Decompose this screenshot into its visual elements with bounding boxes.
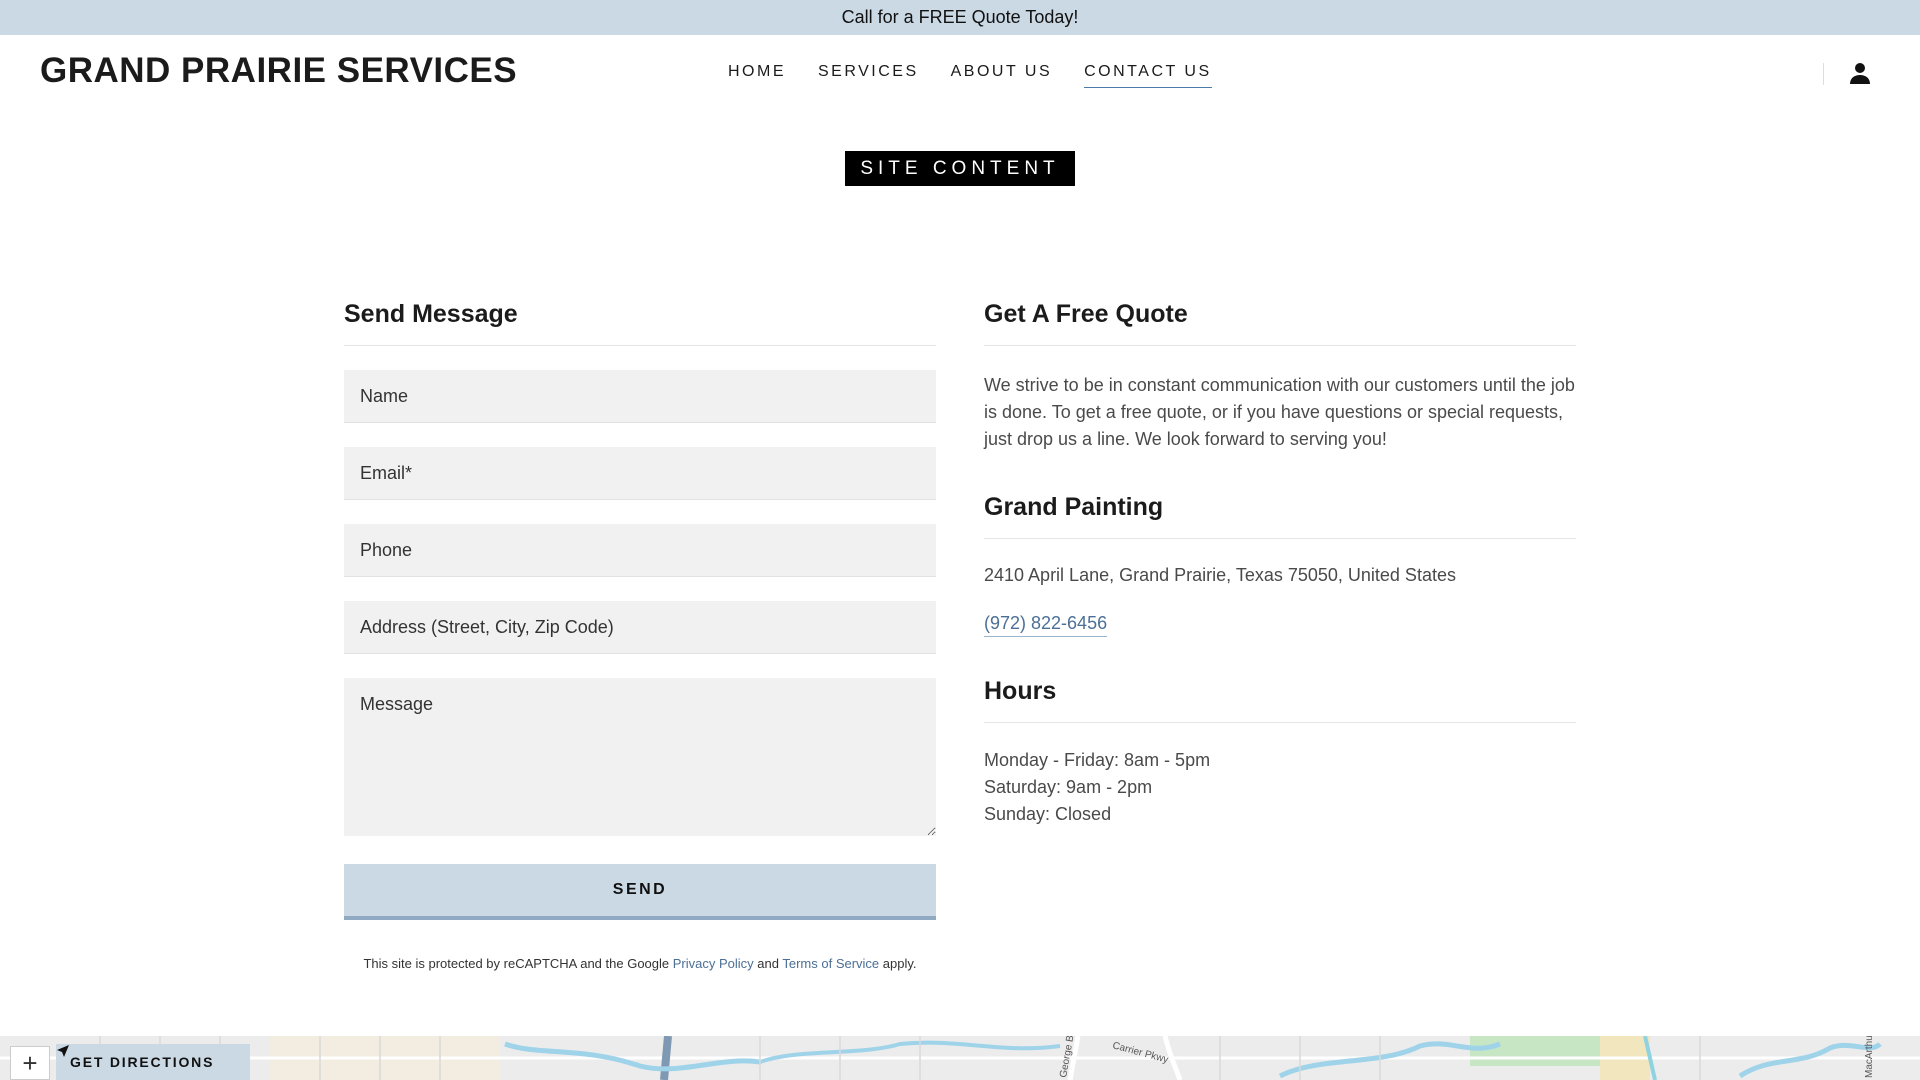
nav-divider xyxy=(1823,63,1824,85)
hours-list: Monday - Friday: 8am - 5pm Saturday: 9am… xyxy=(984,747,1576,828)
recaptcha-notice: This site is protected by reCAPTCHA and … xyxy=(363,956,917,971)
get-directions-button[interactable]: GET DIRECTIONS xyxy=(56,1044,250,1080)
form-title: Send Message xyxy=(344,300,936,346)
get-directions-label: GET DIRECTIONS xyxy=(70,1054,215,1070)
hours-line: Monday - Friday: 8am - 5pm xyxy=(984,750,1211,770)
terms-of-service-link[interactable]: Terms of Service xyxy=(782,956,879,971)
announcement-text: Call for a FREE Quote Today! xyxy=(841,7,1079,27)
site-header: GRAND PRAIRIE SERVICES HOME SERVICES ABO… xyxy=(0,35,1920,109)
address-input[interactable] xyxy=(344,601,936,654)
send-button[interactable]: SEND xyxy=(344,864,936,920)
hours-line: Sunday: Closed xyxy=(984,804,1112,824)
nav-home[interactable]: HOME xyxy=(728,63,786,88)
privacy-policy-link[interactable]: Privacy Policy xyxy=(673,956,754,971)
phone-link[interactable]: (972) 822-6456 xyxy=(984,613,1108,637)
hours-line: Saturday: 9am - 2pm xyxy=(984,777,1153,797)
account-icon[interactable] xyxy=(1848,61,1872,85)
hours-title: Hours xyxy=(984,677,1576,723)
contact-form-section: Send Message SEND This site is protected… xyxy=(344,300,936,971)
nav-services[interactable]: SERVICES xyxy=(818,63,919,88)
message-textarea[interactable] xyxy=(344,678,936,836)
business-address: 2410 April Lane, Grand Prairie, Texas 75… xyxy=(984,565,1456,585)
map-strip[interactable]: George Bush Carrier Pkwy MacArthur + GET… xyxy=(0,1036,1920,1080)
business-title: Grand Painting xyxy=(984,493,1576,539)
site-content-badge: SITE CONTENT xyxy=(845,151,1075,186)
nav-contact-us[interactable]: CONTACT US xyxy=(1084,63,1212,88)
phone-input[interactable] xyxy=(344,524,936,577)
announcement-bar: Call for a FREE Quote Today! xyxy=(0,0,1920,35)
quote-text: We strive to be in constant communicatio… xyxy=(984,375,1575,449)
info-section: Get A Free Quote We strive to be in cons… xyxy=(984,300,1576,828)
name-input[interactable] xyxy=(344,370,936,423)
quote-title: Get A Free Quote xyxy=(984,300,1576,346)
map-zoom-in-button[interactable]: + xyxy=(10,1046,50,1080)
main-nav: HOME SERVICES ABOUT US CONTACT US xyxy=(728,63,1212,88)
map-label-macarthur: MacArthur xyxy=(1864,1036,1875,1078)
map-label-carrier-pkwy: Carrier Pkwy xyxy=(1111,1040,1169,1065)
map-graphic: George Bush Carrier Pkwy MacArthur xyxy=(0,1036,1920,1080)
email-input[interactable] xyxy=(344,447,936,500)
nav-about-us[interactable]: ABOUT US xyxy=(951,63,1053,88)
navigation-arrow-icon xyxy=(57,1045,69,1057)
site-logo[interactable]: GRAND PRAIRIE SERVICES xyxy=(40,51,517,91)
